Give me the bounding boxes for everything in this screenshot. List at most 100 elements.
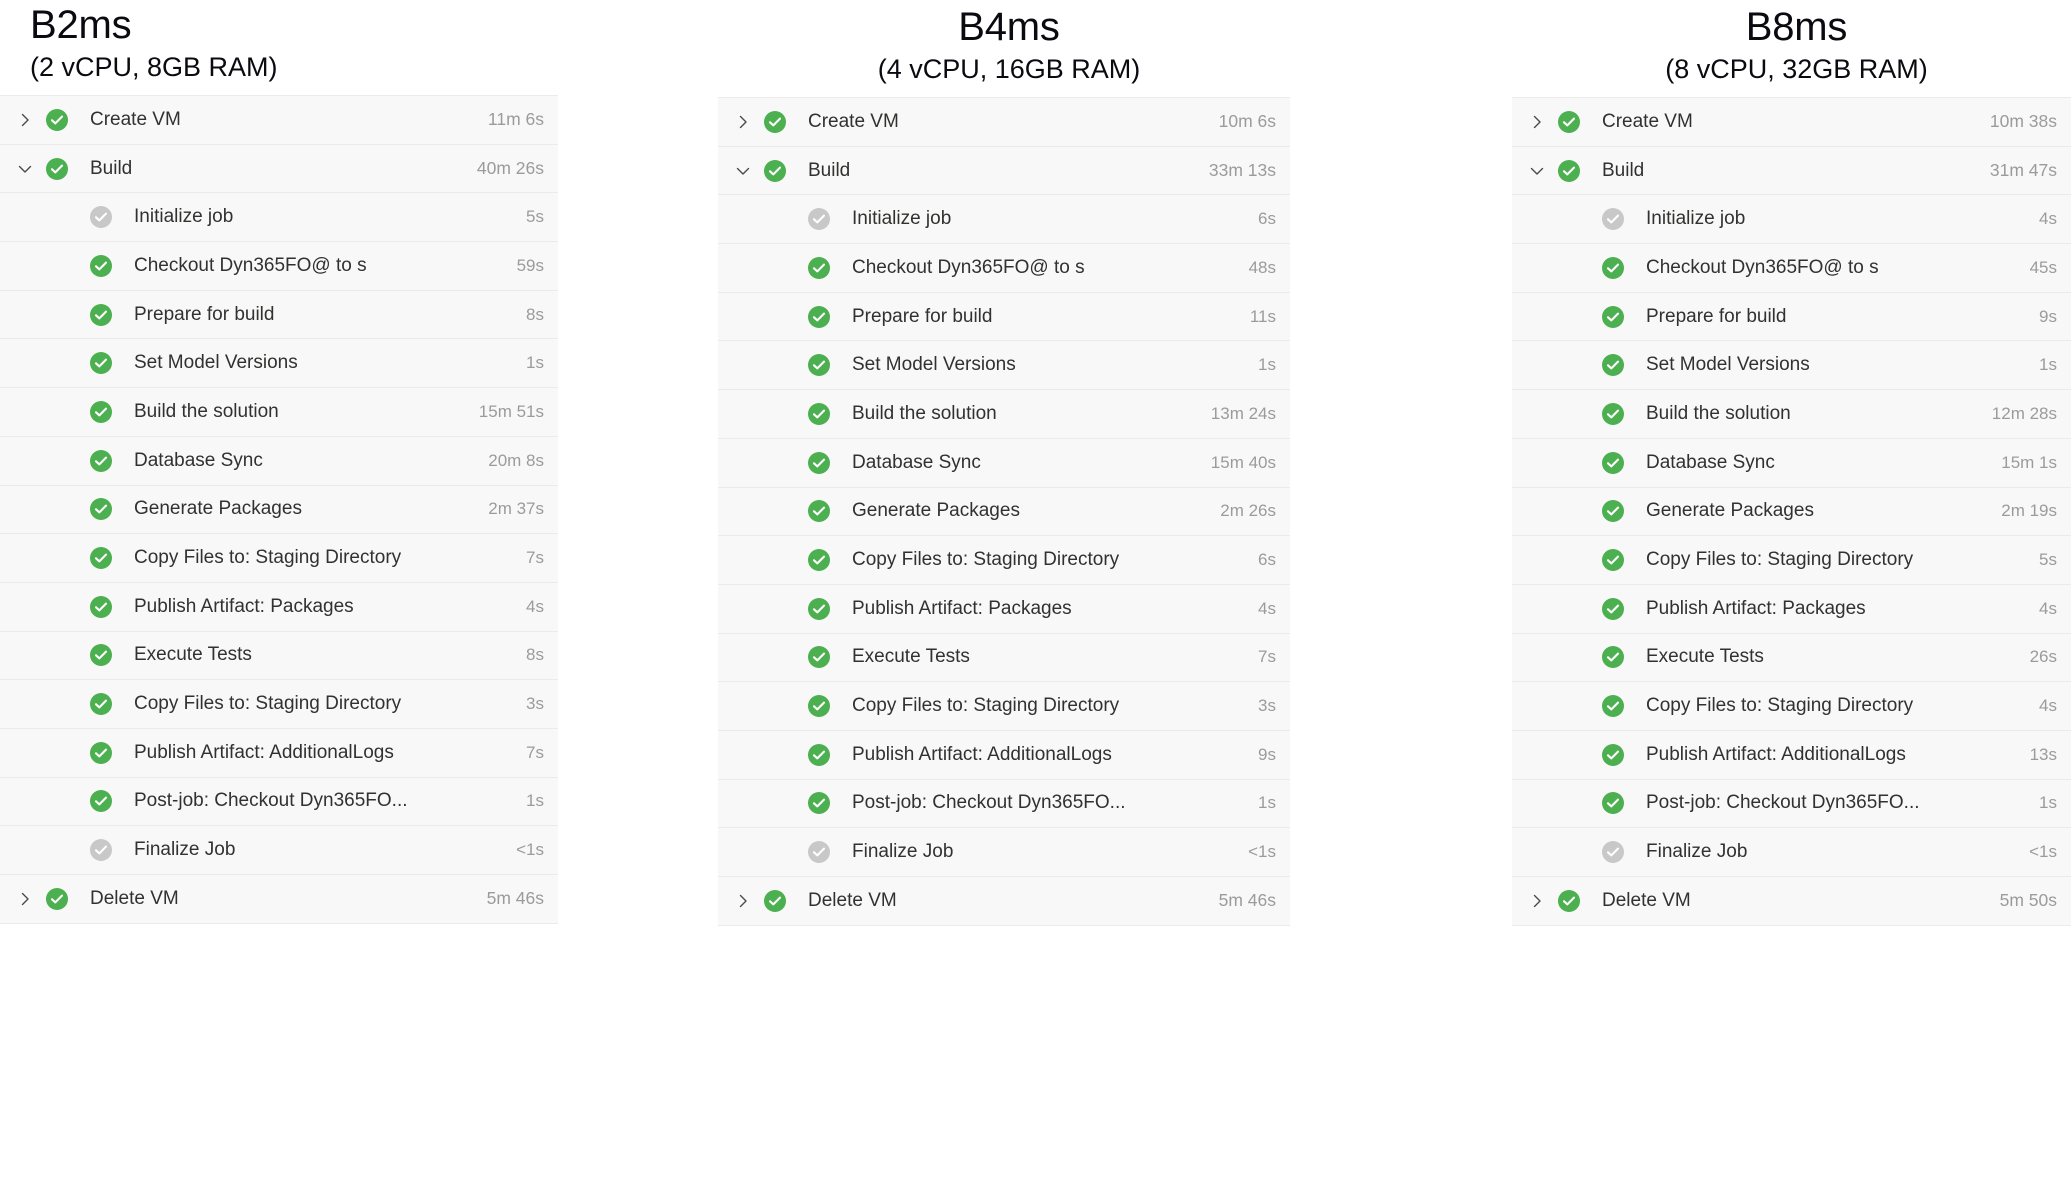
chevron-placeholder — [10, 307, 40, 323]
chevron-placeholder — [1522, 601, 1552, 617]
success-check-icon — [1558, 159, 1580, 182]
success-check-icon — [1602, 646, 1624, 669]
pipeline-step-row[interactable]: Checkout Dyn365FO@ to s 48s — [718, 244, 1290, 293]
status-icon-wrapper — [84, 693, 118, 716]
pipeline-step-row[interactable]: Execute Tests 26s — [1512, 633, 2071, 683]
pipeline-step-row[interactable]: Copy Files to: Staging Directory 7s — [0, 534, 558, 583]
pipeline-job-row[interactable]: Build 31m 47s — [1512, 146, 2071, 196]
status-icon-wrapper — [802, 549, 836, 572]
chevron-right-icon[interactable] — [10, 112, 40, 128]
success-check-icon — [90, 498, 112, 521]
chevron-placeholder — [1522, 503, 1552, 519]
pipeline-step-row[interactable]: Generate Packages 2m 26s — [718, 487, 1290, 537]
step-duration: 10m 6s — [1218, 111, 1276, 132]
pipeline-step-row[interactable]: Execute Tests 7s — [718, 633, 1290, 683]
chevron-placeholder — [10, 696, 40, 712]
success-check-icon — [1602, 500, 1624, 523]
pipeline-step-row[interactable]: Copy Files to: Staging Directory 4s — [1512, 682, 2071, 731]
pipeline-step-row[interactable]: Post-job: Checkout Dyn365FO... 1s — [0, 777, 558, 827]
status-icon-wrapper — [758, 110, 792, 133]
step-duration: 7s — [526, 742, 544, 762]
step-label: Execute Tests — [852, 646, 970, 668]
chevron-right-icon[interactable] — [10, 891, 40, 907]
success-check-icon — [90, 693, 112, 716]
pipeline-step-row[interactable]: Initialize job 4s — [1512, 195, 2071, 245]
pipeline-step-row[interactable]: Build the solution 13m 24s — [718, 390, 1290, 439]
pipeline-step-row[interactable]: Set Model Versions 1s — [0, 339, 558, 389]
pipeline-step-row[interactable]: Set Model Versions 1s — [718, 341, 1290, 391]
pipeline-step-row[interactable]: Initialize job 5s — [0, 193, 558, 243]
pipeline-step-row[interactable]: Prepare for build 9s — [1512, 292, 2071, 342]
status-icon-wrapper — [802, 256, 836, 279]
step-duration: 7s — [1258, 647, 1276, 667]
chevron-down-icon[interactable] — [728, 163, 758, 179]
step-duration: 4s — [2039, 209, 2057, 229]
pipeline-step-row[interactable]: Execute Tests 8s — [0, 631, 558, 681]
pipeline-step-row[interactable]: Build the solution 15m 51s — [0, 388, 558, 437]
step-label: Build the solution — [134, 400, 279, 422]
pipeline-step-row[interactable]: Publish Artifact: Packages 4s — [718, 584, 1290, 634]
chevron-placeholder — [1522, 309, 1552, 325]
status-icon-wrapper — [802, 792, 836, 815]
pipeline-step-row[interactable]: Copy Files to: Staging Directory 6s — [718, 536, 1290, 585]
pipeline-step-row[interactable]: Database Sync 15m 1s — [1512, 438, 2071, 488]
pipeline-step-row[interactable]: Database Sync 20m 8s — [0, 436, 558, 486]
step-label: Copy Files to: Staging Directory — [1646, 695, 1914, 717]
status-icon-wrapper — [802, 646, 836, 669]
pipeline-step-row[interactable]: Publish Artifact: Packages 4s — [1512, 584, 2071, 634]
step-duration: 7s — [526, 548, 544, 568]
step-duration: 3s — [1258, 696, 1276, 716]
step-label: Generate Packages — [852, 500, 1020, 522]
pipeline-job-row[interactable]: Create VM 10m 38s — [1512, 98, 2071, 147]
chevron-right-icon[interactable] — [1522, 893, 1552, 909]
pipeline-step-row[interactable]: Publish Artifact: AdditionalLogs 7s — [0, 728, 558, 778]
chevron-right-icon[interactable] — [728, 893, 758, 909]
pipeline-panel-b8ms: B8ms (8 vCPU, 32GB RAM) Create VM 10m 38s… — [1512, 0, 2071, 926]
pipeline-step-row[interactable]: Checkout Dyn365FO@ to s 59s — [0, 242, 558, 291]
success-check-icon — [1558, 889, 1580, 912]
pipeline-job-row[interactable]: Delete VM 5m 46s — [0, 875, 558, 924]
step-duration: 1s — [2039, 793, 2057, 813]
pipeline-step-row[interactable]: Copy Files to: Staging Directory 5s — [1512, 536, 2071, 585]
pipeline-step-row[interactable]: Checkout Dyn365FO@ to s 45s — [1512, 244, 2071, 293]
status-icon-wrapper — [1596, 256, 1630, 279]
success-check-icon — [90, 449, 112, 472]
pipeline-step-row[interactable]: Finalize Job <1s — [1512, 828, 2071, 877]
step-duration: 1s — [526, 791, 544, 811]
pipeline-step-row[interactable]: Publish Artifact: AdditionalLogs 9s — [718, 730, 1290, 780]
pipeline-step-row[interactable]: Finalize Job <1s — [718, 828, 1290, 877]
pipeline-step-row[interactable]: Generate Packages 2m 19s — [1512, 487, 2071, 537]
pipeline-step-row[interactable]: Prepare for build 11s — [718, 292, 1290, 342]
pipeline-step-row[interactable]: Copy Files to: Staging Directory 3s — [0, 680, 558, 729]
status-icon-wrapper — [802, 743, 836, 766]
status-icon-wrapper — [1596, 208, 1630, 231]
pipeline-job-row[interactable]: Build 33m 13s — [718, 146, 1290, 196]
pipeline-step-row[interactable]: Prepare for build 8s — [0, 290, 558, 340]
chevron-placeholder — [1522, 795, 1552, 811]
status-icon-wrapper — [802, 451, 836, 474]
pipeline-step-row[interactable]: Build the solution 12m 28s — [1512, 390, 2071, 439]
pipeline-job-row[interactable]: Delete VM 5m 50s — [1512, 877, 2071, 926]
pipeline-job-row[interactable]: Create VM 10m 6s — [718, 98, 1290, 147]
chevron-down-icon[interactable] — [10, 161, 40, 177]
pipeline-job-row[interactable]: Build 40m 26s — [0, 144, 558, 194]
pipeline-step-row[interactable]: Set Model Versions 1s — [1512, 341, 2071, 391]
pipeline-step-row[interactable]: Database Sync 15m 40s — [718, 438, 1290, 488]
chevron-down-icon[interactable] — [1522, 163, 1552, 179]
chevron-placeholder — [728, 455, 758, 471]
skipped-check-icon — [808, 208, 830, 231]
pipeline-step-row[interactable]: Copy Files to: Staging Directory 3s — [718, 682, 1290, 731]
pipeline-step-row[interactable]: Finalize Job <1s — [0, 826, 558, 875]
pipeline-step-row[interactable]: Generate Packages 2m 37s — [0, 485, 558, 535]
page-subtitle: (2 vCPU, 8GB RAM) — [30, 52, 278, 82]
pipeline-step-row[interactable]: Publish Artifact: Packages 4s — [0, 582, 558, 632]
pipeline-step-row[interactable]: Post-job: Checkout Dyn365FO... 1s — [718, 779, 1290, 829]
chevron-right-icon[interactable] — [728, 114, 758, 130]
pipeline-job-row[interactable]: Delete VM 5m 46s — [718, 877, 1290, 926]
pipeline-step-row[interactable]: Post-job: Checkout Dyn365FO... 1s — [1512, 779, 2071, 829]
skipped-check-icon — [90, 839, 112, 862]
pipeline-step-row[interactable]: Initialize job 6s — [718, 195, 1290, 245]
pipeline-step-row[interactable]: Publish Artifact: AdditionalLogs 13s — [1512, 730, 2071, 780]
chevron-right-icon[interactable] — [1522, 114, 1552, 130]
pipeline-job-row[interactable]: Create VM 11m 6s — [0, 96, 558, 145]
